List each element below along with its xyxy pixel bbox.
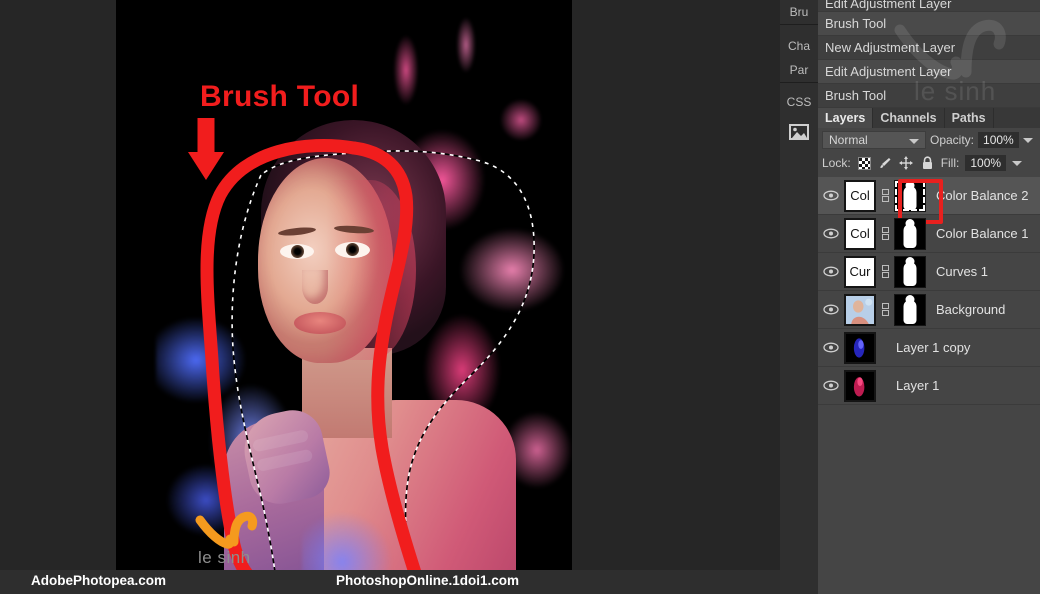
history-item[interactable]: Brush Tool <box>818 12 1040 36</box>
table-row[interactable]: Col Color Balance 2 <box>818 177 1040 224</box>
vtab-brushes[interactable]: Bru <box>780 0 818 25</box>
fill-value[interactable]: 100% <box>965 155 1007 171</box>
table-row[interactable]: Cur Curves 1 <box>818 253 1040 291</box>
lock-label: Lock: <box>822 156 851 170</box>
vtab-character-label: Cha <box>787 39 810 53</box>
history-item[interactable]: Edit Adjustment Layer <box>818 60 1040 84</box>
eye-icon[interactable] <box>822 187 840 205</box>
eye-left <box>280 244 314 259</box>
layer-thumbnail[interactable]: Col <box>844 217 876 250</box>
lock-icon[interactable] <box>920 156 935 171</box>
eye-icon[interactable] <box>822 225 840 243</box>
vtab-paragraph-label: Par <box>789 63 809 77</box>
brush-icon[interactable] <box>878 156 893 171</box>
lips <box>294 312 346 334</box>
brush-tool-annotation-label: Brush Tool <box>200 80 360 113</box>
blend-mode-row: Normal Opacity: 100% <box>818 128 1040 150</box>
history-item[interactable]: Edit Adjustment Layer <box>818 0 1040 12</box>
tab-channels[interactable]: Channels <box>873 108 945 128</box>
fill-label: Fill: <box>940 156 960 170</box>
opacity-value[interactable]: 100% <box>978 132 1019 148</box>
layer-mask-thumbnail[interactable] <box>894 255 926 288</box>
vtab-character[interactable]: Cha <box>780 25 818 58</box>
eye-icon[interactable] <box>822 263 840 281</box>
caption-right: PhotoshopOnline.1doi1.com <box>336 573 520 588</box>
eye-icon[interactable] <box>822 301 840 319</box>
move-icon[interactable] <box>899 156 914 171</box>
opacity-chevron-down-icon[interactable] <box>1022 137 1033 143</box>
layer-name: Layer 1 <box>896 378 940 393</box>
photopea-window: le sinh AdobePhotopea.com PhotoshopOnlin… <box>0 0 1040 594</box>
link-icon[interactable] <box>880 227 890 240</box>
vtab-paragraph[interactable]: Par <box>780 58 818 83</box>
panel-tab-strip: Bru Cha Par CSS <box>780 0 818 594</box>
chevron-down-icon <box>909 139 919 144</box>
le-sinh-mark-icon <box>195 511 258 549</box>
lock-row: Lock: Fill: 100% <box>818 150 1040 174</box>
table-row[interactable]: Col Color Balance 1 <box>818 215 1040 253</box>
layer-name: Color Balance 1 <box>936 226 1029 241</box>
caption-left: AdobePhotopea.com <box>31 573 167 588</box>
layer-list: Col Color Balance 2 Col Color Balance 1 … <box>818 177 1040 405</box>
history-item[interactable]: New Adjustment Layer <box>818 36 1040 60</box>
tab-layers[interactable]: Layers <box>818 108 874 128</box>
layer-mask-thumbnail[interactable] <box>894 179 926 212</box>
eye-icon[interactable] <box>822 377 840 395</box>
nose <box>302 270 328 304</box>
eye-right <box>335 242 370 258</box>
layers-panel-tabs: Layers Channels Paths <box>818 108 1040 128</box>
tab-paths[interactable]: Paths <box>945 108 994 128</box>
face-shadow <box>326 180 416 360</box>
vtab-css-label: CSS <box>786 95 812 109</box>
link-icon[interactable] <box>880 189 890 202</box>
layer-thumbnail[interactable]: Col <box>844 179 876 212</box>
blend-mode-value: Normal <box>829 133 868 147</box>
layer-name: Curves 1 <box>936 264 989 279</box>
vtab-css[interactable]: CSS <box>780 83 818 114</box>
watermark-text: le sinh <box>198 548 251 567</box>
iris-left <box>291 245 304 258</box>
history-item[interactable]: Brush Tool <box>818 84 1040 108</box>
vtab-image[interactable] <box>780 114 818 150</box>
layer-thumbnail[interactable] <box>844 369 876 402</box>
layer-name: Color Balance 2 <box>936 188 1029 203</box>
layer-thumbnail[interactable] <box>844 331 876 364</box>
vtab-brushes-label: Bru <box>789 5 809 19</box>
workspace: le sinh AdobePhotopea.com PhotoshopOnlin… <box>0 0 780 594</box>
layer-name: Background <box>936 302 1006 317</box>
image-icon <box>780 119 818 145</box>
history-panel[interactable]: le sinh Edit Adjustment Layer Brush Tool… <box>818 0 1040 108</box>
iris-right <box>346 243 359 256</box>
table-row[interactable]: Layer 1 <box>818 367 1040 405</box>
eye-icon[interactable] <box>822 339 840 357</box>
layer-mask-thumbnail[interactable] <box>894 293 926 326</box>
checkerboard-icon[interactable] <box>857 156 872 171</box>
layer-thumbnail[interactable]: Cur <box>844 255 876 288</box>
table-row[interactable]: Background <box>818 291 1040 329</box>
layer-name: Layer 1 copy <box>896 340 971 355</box>
table-row[interactable]: Layer 1 copy <box>818 329 1040 367</box>
bottom-caption-bar: AdobePhotopea.com PhotoshopOnline.1doi1.… <box>0 570 780 594</box>
link-icon[interactable] <box>880 265 890 278</box>
watermark-logo: le sinh <box>194 508 266 570</box>
right-panel-column: Bru Cha Par CSS Edit Adjustment Layer Br… <box>780 0 1040 594</box>
fill-chevron-down-icon[interactable] <box>1012 160 1023 166</box>
layers-panel: Layers Channels Paths Normal Opacity: 10… <box>818 108 1040 594</box>
layer-mask-thumbnail[interactable] <box>894 217 926 250</box>
link-icon[interactable] <box>880 303 890 316</box>
layer-thumbnail[interactable] <box>844 293 876 326</box>
opacity-label: Opacity: <box>930 133 975 147</box>
blend-mode-select[interactable]: Normal <box>822 131 926 149</box>
